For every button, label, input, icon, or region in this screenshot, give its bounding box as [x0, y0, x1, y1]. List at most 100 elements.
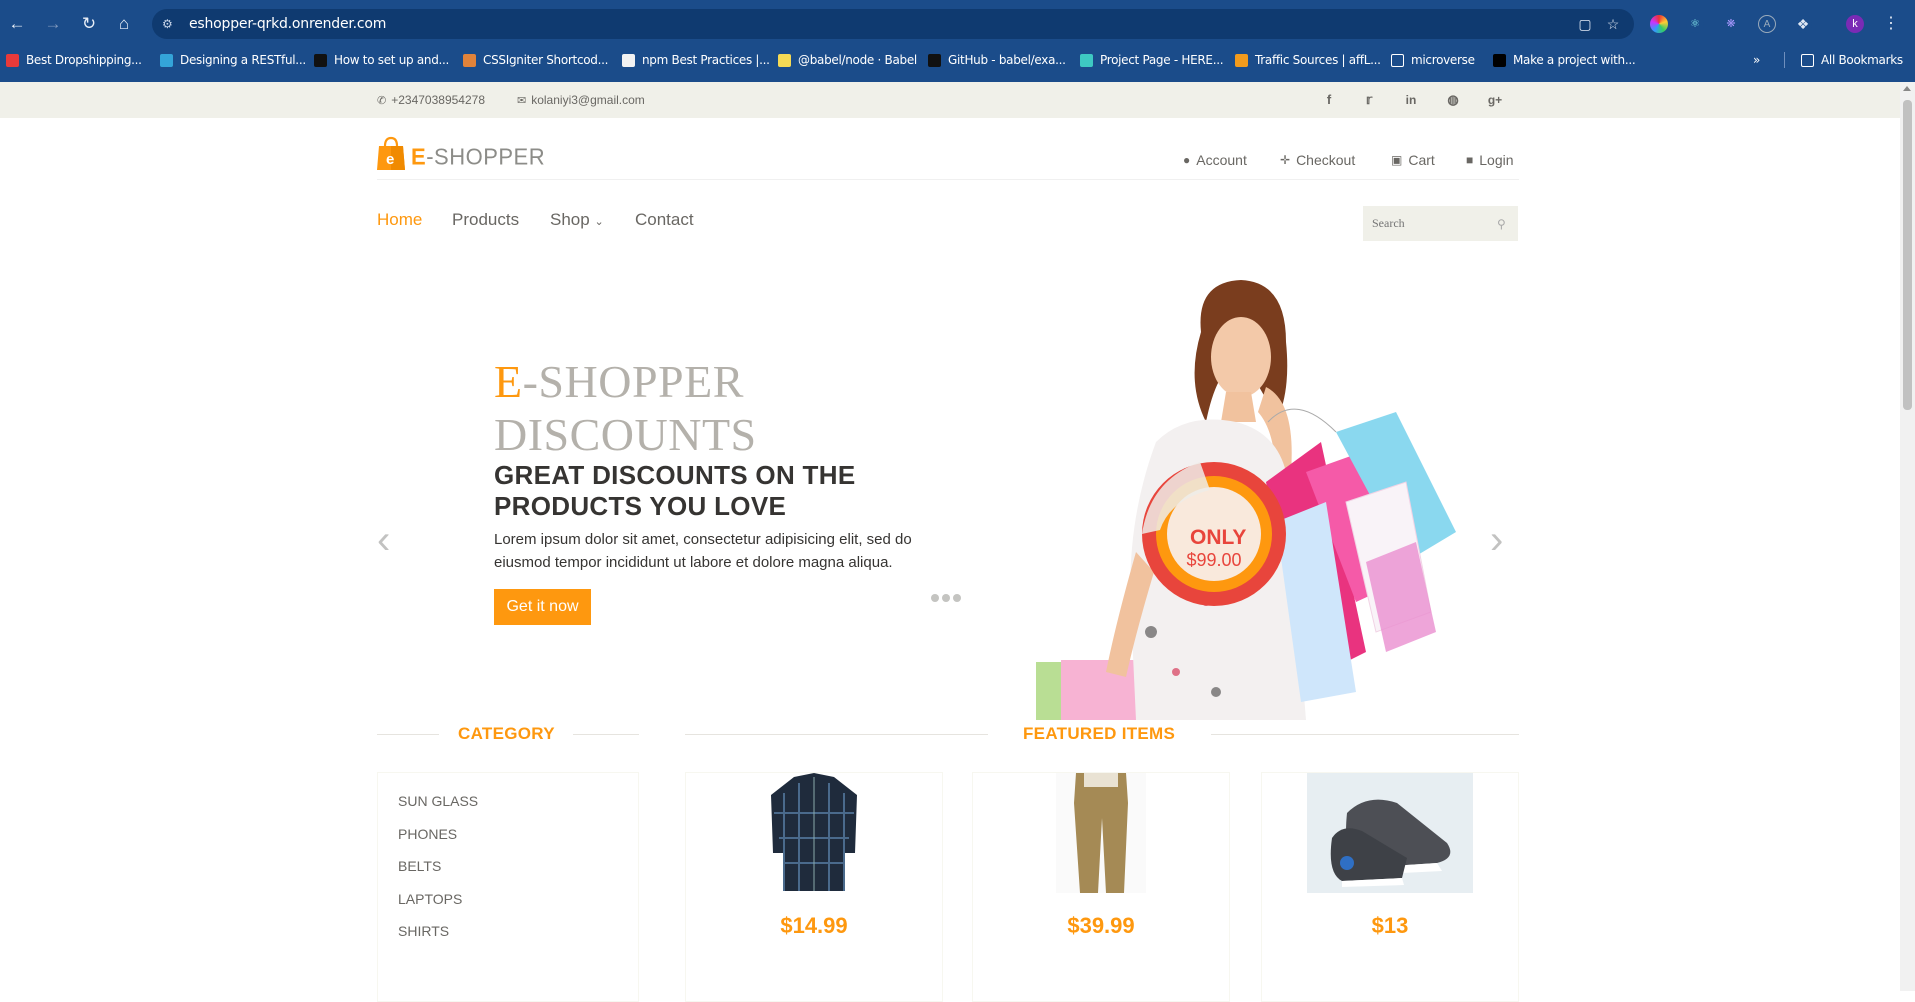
header-middle: e E-SHOPPER ● Account ✛ Checkout ▣ Cart ■ Login	[377, 118, 1519, 180]
bookmark-item[interactable]: GitHub - babel/exa...	[928, 49, 1066, 71]
logo-e: E	[411, 143, 427, 170]
email-text: kolaniyi3@gmail.com	[531, 93, 645, 107]
profile-avatar[interactable]: k	[1846, 15, 1864, 33]
bookmark-item[interactable]: Designing a RESTful...	[160, 49, 306, 71]
install-app-icon[interactable]: ▢	[1576, 15, 1594, 33]
header-link-label: Account	[1196, 152, 1247, 168]
nav-home[interactable]: Home	[377, 210, 422, 230]
bookmark-label: microverse	[1411, 53, 1475, 67]
email-contact: ✉ kolaniyi3@gmail.com	[517, 93, 645, 107]
address-bar[interactable]: ⚙ eshopper-qrkd.onrender.com ▢ ☆	[152, 9, 1634, 39]
category-item[interactable]: BELTS	[398, 858, 441, 874]
bookmark-label: Designing a RESTful...	[180, 53, 306, 67]
page-scrollbar[interactable]	[1900, 82, 1915, 991]
khaki-pants-image	[1056, 773, 1146, 893]
color-extension-icon[interactable]	[1650, 15, 1668, 33]
product-price: $39.99	[1067, 913, 1135, 938]
product-card[interactable]: $39.99	[972, 772, 1230, 1002]
badge-only-text: ONLY	[1190, 526, 1247, 549]
forward-icon[interactable]: →	[42, 13, 64, 35]
site-settings-icon[interactable]: ⚙	[162, 16, 178, 32]
bookmark-item[interactable]: npm Best Practices |...	[622, 49, 770, 71]
folder-icon	[1391, 53, 1404, 67]
product-card[interactable]: $14.99	[685, 772, 943, 1002]
category-rule-left	[377, 734, 439, 735]
header-link-checkout[interactable]: ✛ Checkout	[1280, 152, 1355, 168]
bookmark-item[interactable]: How to set up and...	[314, 49, 449, 71]
product-card[interactable]: $13	[1261, 772, 1519, 1002]
category-item[interactable]: SHIRTS	[398, 923, 449, 939]
bookmark-item[interactable]: Traffic Sources | affL...	[1235, 49, 1381, 71]
logo-bag-icon[interactable]: e	[377, 136, 405, 170]
lock-icon: ■	[1466, 153, 1474, 167]
header-link-login[interactable]: ■ Login	[1466, 152, 1514, 168]
logo-text[interactable]: E-SHOPPER	[411, 143, 545, 170]
url-text[interactable]: eshopper-qrkd.onrender.com	[189, 16, 386, 32]
slider-dot[interactable]	[953, 594, 961, 602]
svg-text:e: e	[386, 151, 394, 168]
all-bookmarks-folder[interactable]: All Bookmarks	[1801, 49, 1903, 71]
header-link-account[interactable]: ● Account	[1183, 152, 1247, 168]
slider-title-rest: -SHOPPER	[522, 356, 744, 407]
search-box: ⚲	[1363, 206, 1518, 241]
nav-shop[interactable]: Shop ⌄	[550, 210, 604, 230]
twitter-icon[interactable]: 𝕣	[1361, 92, 1377, 108]
content-sections: CATEGORY FEATURED ITEMS SUN GLASS PHONES…	[377, 710, 1519, 1002]
extensions-puzzle-icon[interactable]: ❖	[1794, 15, 1812, 33]
badge-price-text: $99.00	[1186, 550, 1242, 570]
scroll-up-icon[interactable]	[1903, 86, 1911, 91]
nav-contact[interactable]: Contact	[635, 210, 694, 230]
google-plus-icon[interactable]: g+	[1487, 92, 1503, 108]
header-link-label: Cart	[1408, 152, 1435, 168]
gear-extension-icon[interactable]: ❋	[1722, 15, 1740, 33]
search-input[interactable]	[1363, 206, 1518, 241]
menu-kebab-icon[interactable]: ⋮	[1880, 13, 1902, 35]
reload-icon[interactable]: ↻	[78, 13, 100, 35]
featured-rule-right	[1211, 734, 1519, 735]
slider-prev-icon[interactable]: ‹	[377, 520, 390, 560]
a-extension-icon[interactable]: A	[1758, 15, 1776, 33]
nav-products[interactable]: Products	[452, 210, 519, 230]
react-devtools-icon[interactable]: ⚛	[1686, 15, 1704, 33]
facebook-icon[interactable]: f	[1321, 92, 1337, 108]
category-list: SUN GLASS PHONES BELTS LAPTOPS SHIRTS	[377, 772, 639, 1002]
chevron-down-icon: ⌄	[594, 216, 604, 228]
bookmark-item[interactable]: Make a project with...	[1493, 49, 1636, 71]
slider-dot[interactable]	[931, 594, 939, 602]
cart-icon: ▣	[1391, 153, 1403, 167]
slider-title: E-SHOPPER DISCOUNTS	[494, 355, 757, 461]
slider-indicators	[931, 594, 961, 602]
bookmark-star-icon[interactable]: ☆	[1604, 15, 1622, 33]
bookmark-item[interactable]: microverse	[1391, 49, 1475, 71]
bookmarks-overflow-icon[interactable]: »	[1753, 49, 1760, 71]
category-rule-right	[573, 734, 639, 735]
bookmark-item[interactable]: Best Dropshipping...	[6, 49, 142, 71]
category-item[interactable]: SUN GLASS	[398, 793, 478, 809]
plaid-shirt-image	[771, 773, 857, 891]
bookmark-label: Make a project with...	[1513, 53, 1636, 67]
bookmarks-divider	[1784, 52, 1785, 68]
home-icon[interactable]: ⌂	[113, 13, 135, 35]
bookmark-label: npm Best Practices |...	[642, 53, 770, 67]
nav-shop-label: Shop	[550, 210, 590, 229]
crosshairs-icon: ✛	[1280, 153, 1291, 167]
bookmark-item[interactable]: CSSIgniter Shortcod...	[463, 49, 608, 71]
bookmark-favicon-icon	[6, 53, 19, 67]
slider-dot[interactable]	[942, 594, 950, 602]
linkedin-icon[interactable]: in	[1403, 92, 1419, 108]
category-item[interactable]: LAPTOPS	[398, 891, 462, 907]
header-link-cart[interactable]: ▣ Cart	[1391, 152, 1435, 168]
scrollbar-thumb[interactable]	[1903, 100, 1912, 410]
bookmark-item[interactable]: @babel/node · Babel	[778, 49, 917, 71]
dribbble-icon[interactable]: ◍	[1445, 92, 1461, 108]
slider-next-icon[interactable]: ›	[1490, 520, 1503, 560]
back-icon[interactable]: ←	[6, 13, 28, 35]
bookmark-item[interactable]: Project Page - HERE...	[1080, 49, 1224, 71]
search-icon[interactable]: ⚲	[1497, 217, 1506, 231]
product-price: $14.99	[780, 913, 848, 938]
bookmarks-bar: Best Dropshipping... Designing a RESTful.…	[0, 49, 1915, 71]
bookmark-favicon-icon	[1235, 53, 1248, 67]
get-it-now-button[interactable]: Get it now	[494, 589, 591, 625]
slider-title-line2: DISCOUNTS	[494, 409, 757, 460]
category-item[interactable]: PHONES	[398, 826, 457, 842]
